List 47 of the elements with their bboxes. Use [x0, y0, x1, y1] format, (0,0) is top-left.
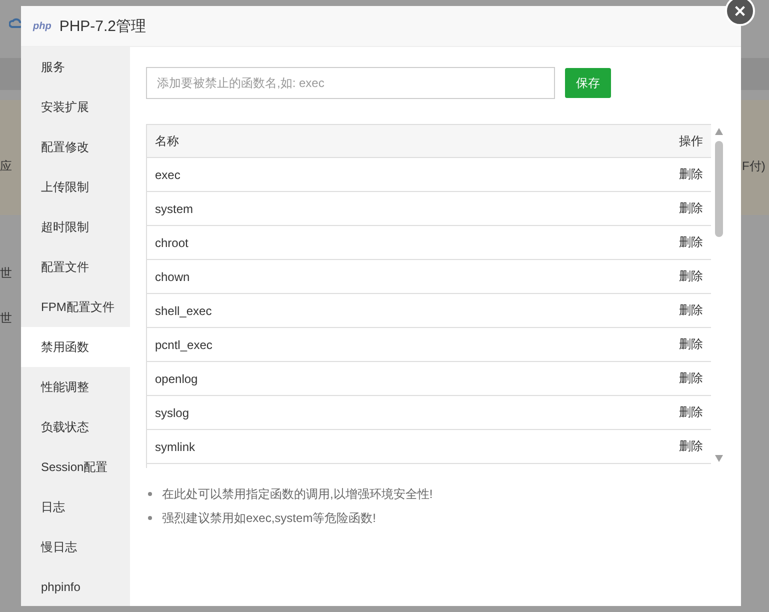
delete-link[interactable]: 删除: [679, 302, 703, 319]
delete-link[interactable]: 删除: [679, 438, 703, 455]
table-cell: syslog: [155, 406, 190, 420]
table-cell: chroot: [155, 236, 188, 250]
delete-link[interactable]: 删除: [679, 268, 703, 285]
delete-link[interactable]: 删除: [679, 200, 703, 217]
hint-text: 强烈建议禁用如exec,system等危险函数!: [162, 510, 376, 526]
cloud-icon: [9, 17, 23, 29]
table-cell: chown: [155, 270, 190, 284]
column-header: 操作: [679, 132, 703, 150]
sidebar-item[interactable]: 性能调整: [21, 367, 130, 407]
delete-link[interactable]: 删除: [679, 234, 703, 251]
background-text: 世: [0, 265, 12, 282]
background-text: F付): [742, 158, 766, 175]
sidebar-item[interactable]: 安装扩展: [21, 87, 130, 127]
table-cell: symlink: [155, 440, 196, 454]
table-cell: shell_exec: [155, 304, 212, 318]
table-cell: pcntl_exec: [155, 338, 212, 352]
sidebar-item[interactable]: Session配置: [21, 447, 130, 487]
sidebar-item[interactable]: 服务: [21, 47, 130, 87]
sidebar-item[interactable]: 日志: [21, 487, 130, 527]
bullet-icon: [148, 492, 152, 496]
sidebar-item[interactable]: 上传限制: [21, 167, 130, 207]
sidebar-item[interactable]: 慢日志: [21, 527, 130, 567]
dialog-title: PHP-7.2管理: [59, 16, 146, 36]
function-name-field[interactable]: 添加要被禁止的函数名,如: exec: [146, 67, 555, 99]
delete-link[interactable]: 删除: [679, 370, 703, 387]
sidebar-item[interactable]: 配置文件: [21, 247, 130, 287]
sidebar-item[interactable]: 负载状态: [21, 407, 130, 447]
php-logo: php: [33, 20, 52, 32]
table-cell: exec: [155, 168, 180, 182]
sidebar-item[interactable]: FPM配置文件: [21, 287, 130, 327]
background-text: 应: [0, 158, 12, 175]
close-icon[interactable]: [725, 0, 755, 26]
column-header: 名称: [155, 132, 179, 150]
hint-text: 在此处可以禁用指定函数的调用,以增强环境安全性!: [162, 486, 433, 502]
sidebar-item[interactable]: 超时限制: [21, 207, 130, 247]
delete-link[interactable]: 删除: [679, 404, 703, 421]
delete-link[interactable]: 删除: [679, 336, 703, 353]
table-cell: system: [155, 202, 194, 216]
sidebar-item[interactable]: phpinfo: [21, 567, 130, 607]
background-text: 世: [0, 310, 12, 327]
sidebar-item[interactable]: 配置修改: [21, 127, 130, 167]
sidebar-item[interactable]: 禁用函数: [21, 327, 130, 367]
bullet-icon: [148, 516, 152, 520]
table-cell: openlog: [155, 372, 198, 386]
delete-link[interactable]: 删除: [679, 166, 703, 183]
